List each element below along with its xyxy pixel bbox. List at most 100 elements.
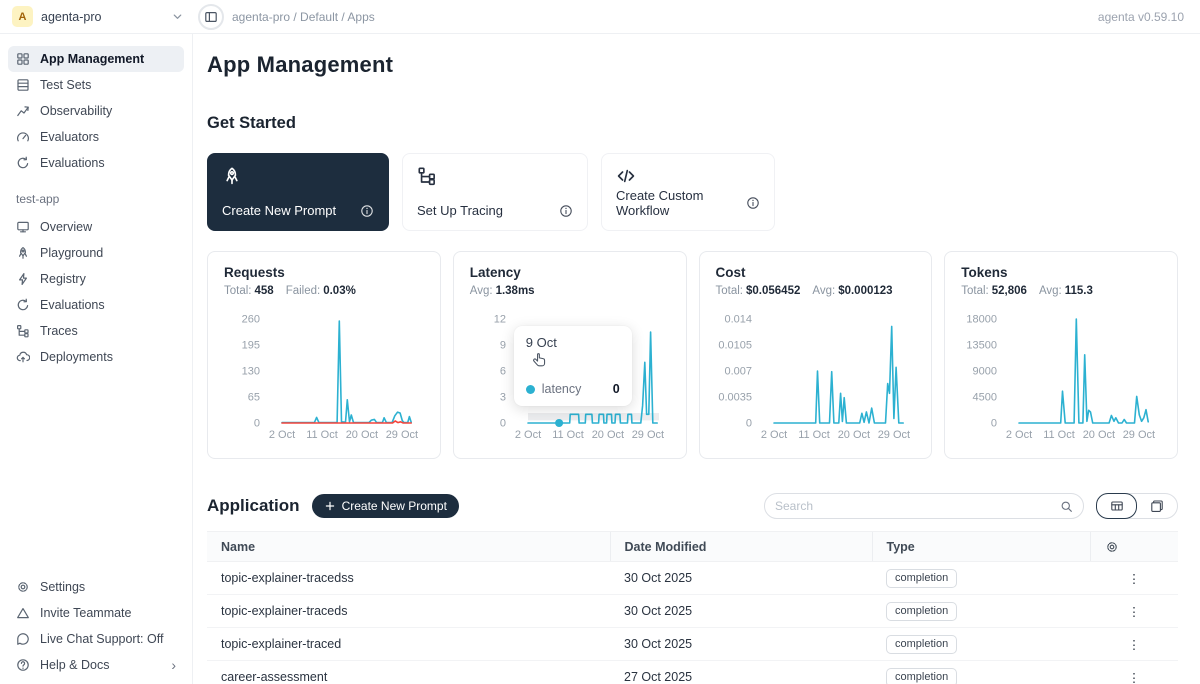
table-row[interactable]: career-assessment27 Oct 2025completion⋮ [207,661,1178,684]
chart-stat: Avg:115.3 [1039,285,1093,297]
sidebar-footer-item-live-chat-support-off[interactable]: Live Chat Support: Off [8,626,184,652]
get-started-card-create-custom-workflow[interactable]: Create Custom Workflow [601,153,775,231]
metric-charts: RequestsTotal:458Failed:0.03%06513019526… [207,251,1178,459]
application-header: Application Create New Prompt [207,493,1178,519]
sidebar-app-item-traces[interactable]: Traces [8,318,184,344]
gauge-icon [16,130,30,144]
sidebar-item-evaluations[interactable]: Evaluations [8,150,184,176]
tooltip-date: 9 Oct [526,335,620,350]
sidebar-item-label: Invite Teammate [40,606,131,620]
sidebar-item-test-sets[interactable]: Test Sets [8,72,184,98]
svg-text:29 Oct: 29 Oct [877,429,909,441]
sidebar-item-label: Deployments [40,350,113,364]
table-settings-gear-icon[interactable] [1090,532,1178,562]
chart-plot-requests[interactable]: 0651301952602 Oct11 Oct20 Oct29 Oct [208,302,426,454]
column-header-name: Name [207,532,610,562]
sidebar-app-item-playground[interactable]: Playground [8,240,184,266]
refresh-icon [16,156,30,170]
svg-text:9: 9 [500,340,506,352]
page-title: App Management [207,52,1178,78]
date-modified-cell: 30 Oct 2025 [610,595,872,628]
get-started-title: Get Started [207,114,1178,133]
tree-icon [417,166,437,186]
create-new-prompt-button[interactable]: Create New Prompt [312,494,459,518]
svg-text:29 Oct: 29 Oct [1123,429,1155,441]
app-name-cell: topic-explainer-traced [207,628,610,661]
table-row[interactable]: topic-explainer-traceds30 Oct 2025comple… [207,595,1178,628]
app-name-cell: topic-explainer-tracedss [207,562,610,595]
type-badge: completion [886,569,957,588]
svg-text:11 Oct: 11 Oct [1043,429,1075,441]
sidebar-item-label: Overview [40,220,92,234]
plus-icon [324,500,336,512]
sidebar-item-label: App Management [40,52,144,66]
info-icon[interactable] [559,204,573,218]
sidebar-app-item-overview[interactable]: Overview [8,214,184,240]
chart-plot-cost[interactable]: 00.00350.0070.01050.0142 Oct11 Oct20 Oct… [700,302,918,454]
rocket-icon [16,246,30,260]
sidebar-app-item-evaluations[interactable]: Evaluations [8,292,184,318]
get-started-card-create-new-prompt[interactable]: Create New Prompt [207,153,389,231]
card-view-button[interactable] [1136,494,1177,518]
svg-text:20 Oct: 20 Oct [591,429,623,441]
svg-text:65: 65 [248,392,260,404]
svg-text:2 Oct: 2 Oct [760,429,786,441]
sidebar-app-item-deployments[interactable]: Deployments [8,344,184,370]
sidebar-item-observability[interactable]: Observability [8,98,184,124]
type-badge: completion [886,668,957,684]
get-started-card-label: Set Up Tracing [417,203,503,218]
row-actions-kebab-icon[interactable]: ⋮ [1090,562,1178,595]
sidebar: App ManagementTest SetsObservabilityEval… [0,34,193,684]
grid-icon [16,52,30,66]
sidebar-item-label: Live Chat Support: Off [40,632,163,646]
svg-text:2 Oct: 2 Oct [269,429,295,441]
sidebar-toggle-button[interactable] [198,4,224,30]
svg-text:0.007: 0.007 [724,366,752,378]
info-icon[interactable] [360,204,374,218]
chart-stat: Failed:0.03% [286,285,356,297]
sidebar-item-label: Registry [40,272,86,286]
svg-text:6: 6 [500,366,506,378]
svg-text:13500: 13500 [967,340,998,352]
svg-text:0: 0 [254,418,260,430]
search-input[interactable] [775,499,1052,513]
sidebar-footer-item-help-docs[interactable]: Help & Docs› [8,652,184,678]
info-icon[interactable] [746,196,760,210]
sidebar-footer-item-settings[interactable]: Settings [8,574,184,600]
chart-title: Requests [224,265,424,280]
chart-plot-tokens[interactable]: 04500900013500180002 Oct11 Oct20 Oct29 O… [945,302,1163,454]
search-icon[interactable] [1060,500,1073,513]
sidebar-item-evaluators[interactable]: Evaluators [8,124,184,150]
svg-text:3: 3 [500,392,506,404]
svg-text:11 Oct: 11 Oct [798,429,830,441]
sidebar-item-app-management[interactable]: App Management [8,46,184,72]
row-actions-kebab-icon[interactable]: ⋮ [1090,661,1178,684]
app-name-cell: career-assessment [207,661,610,684]
workspace-name: agenta-pro [41,10,101,24]
svg-text:4500: 4500 [973,392,997,404]
get-started-card-label: Create Custom Workflow [616,188,746,218]
breadcrumb[interactable]: agenta-pro / Default / Apps [232,10,375,24]
chart-title: Cost [716,265,916,280]
tooltip-series-name: latency [542,382,582,396]
row-actions-kebab-icon[interactable]: ⋮ [1090,628,1178,661]
table-view-button[interactable] [1096,493,1137,519]
view-toggle [1096,493,1178,519]
table-row[interactable]: topic-explainer-tracedss30 Oct 2025compl… [207,562,1178,595]
svg-text:18000: 18000 [967,314,998,326]
workspace-selector[interactable]: A agenta-pro [12,6,184,27]
get-started-cards: Create New Prompt Set Up Tracing Create Cu… [207,153,1178,231]
get-started-card-set-up-tracing[interactable]: Set Up Tracing [402,153,588,231]
workspace-avatar: A [12,6,33,27]
sidebar-footer-item-invite-teammate[interactable]: Invite Teammate [8,600,184,626]
chart-title: Tokens [961,265,1161,280]
svg-text:20 Oct: 20 Oct [837,429,869,441]
hand-cursor-icon [529,351,547,369]
bolt-icon [16,272,30,286]
column-header-date-modified: Date Modified [610,532,872,562]
table-row[interactable]: topic-explainer-traced30 Oct 2025complet… [207,628,1178,661]
create-new-prompt-label: Create New Prompt [342,499,447,513]
sidebar-app-item-registry[interactable]: Registry [8,266,184,292]
row-actions-kebab-icon[interactable]: ⋮ [1090,595,1178,628]
sidebar-app-nav: Overview Playground Registry EvaluationsTra… [8,214,184,370]
